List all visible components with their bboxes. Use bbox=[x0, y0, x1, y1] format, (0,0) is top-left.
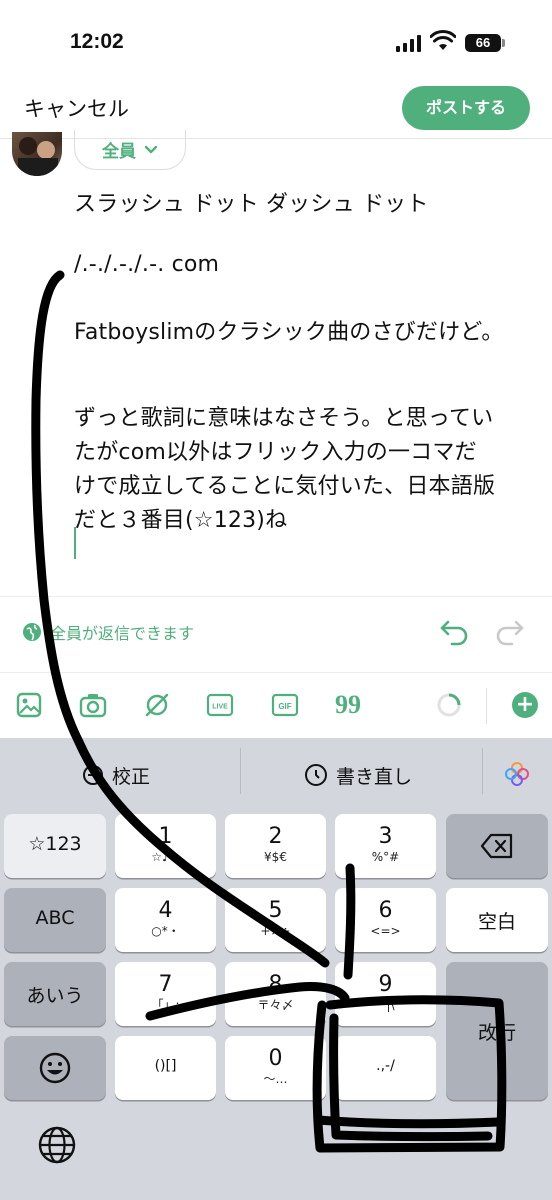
wifi-icon bbox=[430, 30, 456, 50]
post-text-line[interactable]: スラッシュ ドット ダッシュ ドット bbox=[74, 186, 429, 218]
image-icon[interactable] bbox=[14, 690, 44, 720]
key-3[interactable]: 3 %°# bbox=[335, 814, 436, 878]
char-count-ring-icon bbox=[434, 690, 464, 720]
key-brackets[interactable]: ()[] bbox=[115, 1036, 216, 1100]
key-4[interactable]: 4 ○*・ bbox=[115, 888, 216, 952]
post-text-line[interactable]: けで成立してることに気付いた、日本語版 bbox=[74, 468, 495, 500]
grok-icon[interactable] bbox=[142, 690, 172, 720]
key-sub: .,-/ bbox=[376, 1058, 395, 1074]
key-0[interactable]: 0 〜… bbox=[225, 1036, 326, 1100]
camera-icon[interactable] bbox=[78, 690, 108, 720]
key-main: 7 bbox=[158, 972, 173, 997]
text-cursor bbox=[74, 527, 76, 559]
globe-icon bbox=[23, 623, 41, 641]
key-sub: 〒々〆 bbox=[257, 998, 294, 1012]
key-punctuation[interactable]: .,-/ bbox=[335, 1036, 436, 1100]
emoji-key[interactable] bbox=[4, 1036, 106, 1100]
key-mode-123[interactable]: ☆123 bbox=[4, 814, 106, 878]
key-sub: +×÷ bbox=[260, 924, 291, 938]
key-main: 3 bbox=[378, 824, 393, 849]
key-9[interactable]: 9 ^|\ bbox=[335, 962, 436, 1026]
post-text-line[interactable]: /.-./.-./.-. com bbox=[74, 252, 219, 277]
key-main: 0 bbox=[268, 1046, 283, 1071]
chevron-down-icon bbox=[144, 145, 158, 153]
gif-icon[interactable]: GIF bbox=[270, 690, 300, 720]
space-key[interactable]: 空白 bbox=[446, 888, 548, 952]
key-kana[interactable]: あいう bbox=[4, 962, 106, 1026]
key-label: ABC bbox=[35, 907, 75, 929]
key-7[interactable]: 7 「」: bbox=[115, 962, 216, 1026]
key-label: 改行 bbox=[477, 1022, 516, 1044]
key-sub: ^|\ bbox=[376, 998, 395, 1012]
gif-label: GIF bbox=[278, 702, 291, 711]
redo-icon[interactable] bbox=[494, 618, 526, 648]
key-5[interactable]: 5 +×÷ bbox=[225, 888, 326, 952]
battery-tip bbox=[502, 39, 505, 47]
audience-selector[interactable]: 全員 bbox=[74, 130, 186, 170]
post-text-line[interactable]: だと３番目(☆123)ね bbox=[74, 502, 287, 534]
delete-icon bbox=[480, 833, 513, 859]
key-main: 8 bbox=[268, 972, 283, 997]
key-label: あいう bbox=[26, 985, 84, 1007]
key-sub: ○*・ bbox=[151, 924, 180, 938]
apple-intelligence-icon[interactable] bbox=[503, 760, 531, 792]
suggestion-separator bbox=[240, 748, 241, 794]
key-main: 2 bbox=[268, 824, 283, 849]
proofread-icon bbox=[83, 765, 103, 785]
post-button[interactable]: ポストする bbox=[402, 86, 530, 130]
divider bbox=[0, 596, 552, 597]
proofread-suggestion[interactable]: 校正 bbox=[82, 752, 150, 798]
key-main: 9 bbox=[378, 972, 393, 997]
reply-setting-label: 全員が返信できます bbox=[50, 624, 195, 643]
reply-setting[interactable]: 全員が返信できます bbox=[22, 620, 194, 644]
delete-key[interactable] bbox=[446, 814, 548, 878]
key-sub: ☆♪→ bbox=[151, 850, 180, 864]
key-sub: ¥$€ bbox=[264, 850, 287, 864]
rewrite-label: 書き直し bbox=[336, 765, 413, 788]
enter-key[interactable]: 改行 bbox=[446, 962, 548, 1100]
status-time: 12:02 bbox=[70, 30, 124, 53]
audience-label: 全員 bbox=[102, 142, 136, 162]
key-sub: 〜… bbox=[263, 1072, 288, 1086]
key-label: ☆123 bbox=[28, 833, 82, 855]
key-sub: <=> bbox=[370, 924, 401, 938]
rewrite-suggestion[interactable]: 書き直し bbox=[304, 752, 412, 798]
post-text-line[interactable]: ずっと歌詞に意味はなさそう。と思ってい bbox=[74, 400, 493, 432]
key-label: 空白 bbox=[477, 911, 516, 933]
post-text-line[interactable]: Fatboyslimのクラシック曲のさびだけど。 bbox=[74, 314, 504, 346]
key-2[interactable]: 2 ¥$€ bbox=[225, 814, 326, 878]
quote-icon[interactable]: 99 bbox=[333, 690, 363, 720]
key-8[interactable]: 8 〒々〆 bbox=[225, 962, 326, 1026]
proofread-label: 校正 bbox=[112, 765, 151, 788]
avatar[interactable] bbox=[12, 132, 62, 176]
key-main: 1 bbox=[158, 824, 173, 849]
rewrite-icon bbox=[305, 764, 327, 786]
post-text-line[interactable]: たがcom以外はフリック入力の一コマだ bbox=[74, 434, 477, 466]
suggestion-separator bbox=[482, 748, 483, 794]
live-label: LIVE bbox=[212, 704, 228, 711]
key-1[interactable]: 1 ☆♪→ bbox=[115, 814, 216, 878]
live-icon[interactable]: LIVE bbox=[205, 690, 235, 720]
key-sub: %°# bbox=[371, 850, 400, 864]
emoji-icon bbox=[39, 1052, 71, 1084]
key-main: 6 bbox=[378, 898, 393, 923]
battery-icon: 66 bbox=[465, 34, 501, 52]
key-6[interactable]: 6 <=> bbox=[335, 888, 436, 952]
divider bbox=[0, 672, 552, 673]
key-main: 5 bbox=[268, 898, 283, 923]
key-sub: ()[] bbox=[154, 1058, 177, 1074]
add-post-button[interactable]: + bbox=[512, 692, 538, 718]
key-abc[interactable]: ABC bbox=[4, 888, 106, 952]
undo-icon[interactable] bbox=[438, 618, 470, 648]
cellular-signal-icon bbox=[396, 34, 421, 52]
cancel-button[interactable]: キャンセル bbox=[24, 93, 129, 123]
key-sub: 「」: bbox=[151, 998, 180, 1012]
key-main: 4 bbox=[158, 898, 173, 923]
toolbar-separator bbox=[486, 688, 487, 724]
globe-keyboard-icon[interactable] bbox=[36, 1124, 78, 1170]
